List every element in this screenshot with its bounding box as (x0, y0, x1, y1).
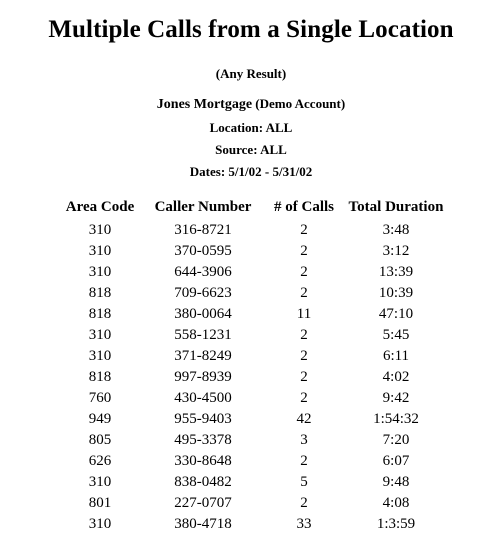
cell-caller_number: 227-0707 (174, 494, 232, 511)
cell-total_duration: 3:12 (382, 242, 410, 259)
cell-area_code: 310 (88, 263, 112, 280)
cell-total_duration: 4:08 (382, 494, 410, 511)
report-page: Multiple Calls from a Single Location (A… (0, 0, 502, 548)
table-row: 310 380-4718 33 1:3:59 (56, 514, 446, 535)
cell-num_calls: 2 (300, 242, 308, 259)
cell-num_calls: 33 (296, 515, 312, 532)
source-filter-label: Source: ALL (215, 141, 287, 157)
cell-num_calls: 2 (300, 221, 308, 238)
cell-area_code: 310 (88, 326, 112, 343)
account-line: Jones Mortgage (Demo Account) (0, 80, 502, 112)
cell-caller_number: 955-9403 (174, 410, 232, 427)
cell-caller_number: 709-6623 (174, 284, 232, 301)
table-row: 818 709-6623 2 10:39 (56, 283, 446, 304)
cell-caller_number: 316-8721 (174, 221, 232, 238)
cell-caller_number: 380-4718 (174, 515, 232, 532)
cell-total_duration: 13:39 (378, 263, 414, 280)
column-header-num-calls: # of Calls (274, 198, 334, 215)
cell-area_code: 818 (88, 305, 112, 322)
cell-num_calls: 2 (300, 389, 308, 406)
table-row: 805 495-3378 3 7:20 (56, 430, 446, 451)
cell-total_duration: 1:54:32 (373, 410, 419, 427)
cell-num_calls: 2 (300, 368, 308, 385)
table-row: 310 371-8249 2 6:11 (56, 346, 446, 367)
table-row: 310 558-1231 2 5:45 (56, 325, 446, 346)
cell-caller_number: 558-1231 (174, 326, 232, 343)
cell-total_duration: 47:10 (378, 305, 414, 322)
cell-area_code: 310 (88, 515, 112, 532)
cell-area_code: 818 (88, 368, 112, 385)
column-header-area-code: Area Code (65, 198, 135, 215)
table-row: 310 316-8721 2 3:48 (56, 220, 446, 241)
location-filter-label: Location: ALL (209, 119, 293, 135)
cell-num_calls: 42 (296, 410, 312, 427)
cell-area_code: 801 (88, 494, 112, 511)
date-range-label: Dates: 5/1/02 - 5/31/02 (189, 163, 313, 179)
cell-caller_number: 838-0482 (174, 473, 232, 490)
cell-num_calls: 2 (300, 263, 308, 280)
cell-total_duration: 1:3:59 (376, 515, 416, 532)
table-row: 310 838-0482 5 9:48 (56, 472, 446, 493)
cell-total_duration: 4:02 (382, 368, 410, 385)
cell-area_code: 310 (88, 242, 112, 259)
report-subtitle-block: (Any Result) Jones Mortgage (Demo Accoun… (0, 44, 502, 178)
calls-table-container: Area Code Caller Number # of Calls Total… (0, 178, 502, 535)
cell-num_calls: 2 (300, 494, 308, 511)
cell-num_calls: 2 (300, 284, 308, 301)
account-type-value: (Demo Account) (255, 95, 346, 111)
cell-area_code: 760 (88, 389, 112, 406)
cell-caller_number: 997-8939 (174, 368, 232, 385)
cell-caller_number: 370-0595 (174, 242, 232, 259)
result-filter-label: (Any Result) (215, 65, 287, 81)
cell-total_duration: 7:20 (382, 431, 410, 448)
cell-total_duration: 6:11 (382, 347, 410, 364)
cell-area_code: 310 (88, 347, 112, 364)
table-row: 760 430-4500 2 9:42 (56, 388, 446, 409)
cell-total_duration: 9:48 (382, 473, 410, 490)
calls-table-head: Area Code Caller Number # of Calls Total… (56, 198, 446, 220)
cell-num_calls: 11 (296, 305, 312, 322)
calls-table: Area Code Caller Number # of Calls Total… (56, 198, 446, 535)
cell-caller_number: 495-3378 (174, 431, 232, 448)
cell-num_calls: 2 (300, 326, 308, 343)
cell-total_duration: 10:39 (378, 284, 414, 301)
table-row: 310 644-3906 2 13:39 (56, 262, 446, 283)
page-title: Multiple Calls from a Single Location (48, 16, 454, 43)
cell-caller_number: 380-0064 (174, 305, 232, 322)
cell-area_code: 626 (88, 452, 112, 469)
table-row: 818 997-8939 2 4:02 (56, 367, 446, 388)
cell-area_code: 805 (88, 431, 112, 448)
cell-area_code: 310 (88, 473, 112, 490)
table-row: 310 370-0595 2 3:12 (56, 241, 446, 262)
cell-caller_number: 371-8249 (174, 347, 232, 364)
cell-area_code: 818 (88, 284, 112, 301)
cell-num_calls: 5 (300, 473, 308, 490)
cell-num_calls: 2 (300, 347, 308, 364)
cell-num_calls: 3 (300, 431, 308, 448)
cell-caller_number: 644-3906 (174, 263, 232, 280)
cell-area_code: 949 (88, 410, 112, 427)
table-row: 626 330-8648 2 6:07 (56, 451, 446, 472)
cell-total_duration: 3:48 (382, 221, 410, 238)
table-header-row: Area Code Caller Number # of Calls Total… (56, 198, 446, 220)
cell-num_calls: 2 (300, 452, 308, 469)
column-header-total-duration: Total Duration (348, 198, 444, 215)
cell-total_duration: 5:45 (382, 326, 410, 343)
cell-caller_number: 430-4500 (174, 389, 232, 406)
column-header-caller-number: Caller Number (154, 198, 252, 215)
cell-area_code: 310 (88, 221, 112, 238)
table-row: 949 955-9403 42 1:54:32 (56, 409, 446, 430)
cell-total_duration: 9:42 (382, 389, 410, 406)
cell-caller_number: 330-8648 (174, 452, 232, 469)
table-row: 818 380-0064 11 47:10 (56, 304, 446, 325)
cell-total_duration: 6:07 (382, 452, 410, 469)
account-name-label: Jones Mortgage (156, 96, 253, 112)
table-row: 801 227-0707 2 4:08 (56, 493, 446, 514)
calls-table-body: 310 316-8721 2 3:48 310 370-0595 2 3:12 310 644-3… (56, 220, 446, 535)
